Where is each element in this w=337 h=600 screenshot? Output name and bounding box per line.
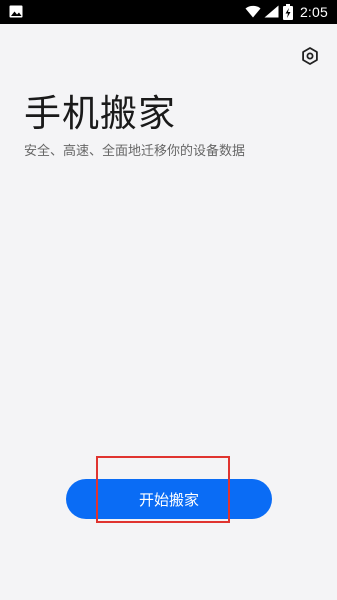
settings-icon[interactable] xyxy=(300,46,320,66)
page-title: 手机搬家 xyxy=(24,92,176,135)
signal-icon xyxy=(264,5,279,18)
start-button-label: 开始搬家 xyxy=(138,490,199,509)
bottom-strip xyxy=(0,590,337,600)
battery-charging-icon xyxy=(283,4,293,20)
start-migration-button[interactable]: 开始搬家 xyxy=(66,479,272,519)
image-icon xyxy=(9,5,23,18)
status-time: 2:05 xyxy=(299,4,328,20)
wifi-icon xyxy=(245,5,261,18)
page-subtitle: 安全、高速、全面地迁移你的设备数据 xyxy=(24,144,246,159)
status-bar: 2:05 xyxy=(0,0,337,24)
app-screen: 2:05 手机搬家 安全、高速、全面地迁移你的设备数据 开始搬家 xyxy=(0,0,337,600)
